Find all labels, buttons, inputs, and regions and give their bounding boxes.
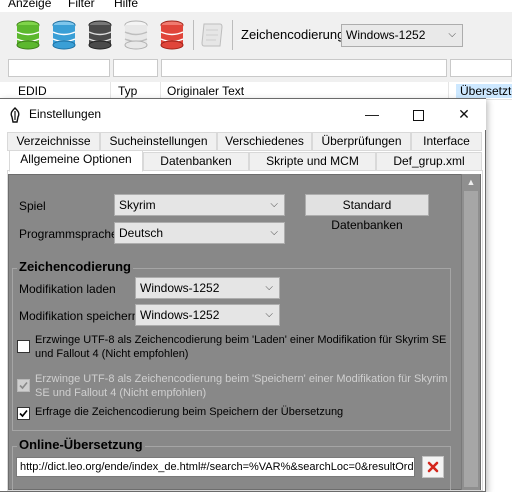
close-icon[interactable]: ✕ (441, 99, 487, 130)
game-value: Skyrim (119, 198, 156, 212)
clear-url-button[interactable] (422, 456, 444, 478)
tab-allgemeine-optionen[interactable]: Allgemeine Optionen (9, 150, 143, 172)
game-label: Spiel (19, 199, 46, 213)
encoding-label: Zeichencodierung (241, 27, 345, 42)
tab-interface[interactable]: Interface (411, 132, 482, 151)
tab-ueberpruefungen[interactable]: Überprüfungen (312, 132, 411, 151)
language-label: Programmsprache (19, 227, 118, 241)
column-edid[interactable]: EDID (18, 84, 47, 98)
database-green-icon[interactable] (16, 20, 40, 50)
minimize-icon[interactable]: — (349, 99, 395, 130)
tab-skripte-und-mcm[interactable]: Skripte und MCM (249, 152, 376, 171)
tab-datenbanken[interactable]: Datenbanken (143, 152, 249, 171)
online-translation-title: Online-Übersetzung (17, 437, 145, 452)
force-utf8-load-text-1: Erzwinge UTF-8 als Zeichencodierung beim… (35, 334, 447, 346)
chevron-down-icon: ⌵ (265, 282, 273, 293)
default-databases-button[interactable]: Standard Datenbanken (305, 194, 429, 232)
chevron-down-icon: ⌵ (270, 227, 278, 238)
delete-icon (427, 461, 439, 473)
general-options-panel: Spiel Skyrim ⌵ Standard Datenbanken Prog… (8, 174, 481, 490)
filter-edid-input[interactable] (8, 59, 110, 77)
database-red-icon[interactable] (160, 20, 184, 50)
save-encoding-select[interactable]: Windows-1252 ⌵ (135, 304, 280, 326)
tab-def-grup[interactable]: Def_grup.xml (376, 152, 482, 171)
filter-translated-input[interactable] (450, 59, 512, 77)
force-utf8-save-checkbox[interactable] (17, 379, 30, 392)
scrollbar-thumb[interactable] (464, 191, 478, 487)
language-value: Deutsch (119, 226, 164, 240)
filter-bar (0, 58, 512, 80)
column-translated[interactable]: Übersetzter (456, 84, 512, 98)
load-encoding-label: Modifikation laden (19, 282, 116, 296)
encoding-group-title: Zeichencodierung (17, 259, 133, 274)
database-blue-icon[interactable] (52, 20, 76, 50)
dialog-titlebar[interactable]: Einstellungen — ✕ (0, 99, 486, 130)
settings-dialog: Einstellungen — ✕ Verzeichnisse Sucheins… (0, 98, 486, 492)
column-type[interactable]: Typ (118, 84, 137, 98)
vertical-scrollbar[interactable]: ▲ (461, 174, 480, 490)
maximize-icon[interactable] (395, 99, 441, 130)
ask-encoding-text: Erfrage die Zeichencodierung beim Speich… (35, 406, 344, 418)
checkmark-icon (19, 381, 28, 390)
load-encoding-select[interactable]: Windows-1252 ⌵ (135, 277, 280, 299)
tab-verschiedenes[interactable]: Verschiedenes (217, 132, 312, 151)
language-select[interactable]: Deutsch ⌵ (114, 222, 285, 244)
toolbar-separator (232, 20, 233, 50)
chevron-down-icon: ⌵ (448, 29, 456, 40)
main-encoding-select[interactable]: Windows-1252 ⌵ (341, 24, 463, 47)
menu-hilfe[interactable]: Hilfe (114, 0, 138, 10)
checkmark-icon (19, 409, 28, 418)
scroll-up-icon[interactable]: ▲ (462, 174, 480, 191)
dialog-title: Einstellungen (29, 107, 102, 121)
toolbar-separator (193, 20, 194, 50)
column-original[interactable]: Originaler Text (167, 84, 244, 98)
main-encoding-value: Windows-1252 (346, 28, 426, 42)
scroll-document-icon[interactable] (200, 20, 224, 50)
app-icon (10, 107, 20, 123)
menu-filter[interactable]: Filter (68, 0, 95, 10)
database-white-icon[interactable] (124, 20, 148, 50)
force-utf8-save-text-1: Erzwinge UTF-8 als Zeichencodierung beim… (35, 373, 448, 385)
load-encoding-value: Windows-1252 (140, 281, 220, 295)
save-encoding-value: Windows-1252 (140, 308, 220, 322)
online-translation-url-input[interactable]: http://dict.leo.org/ende/index_de.html#/… (16, 457, 415, 477)
ask-encoding-checkbox[interactable] (17, 407, 30, 420)
chevron-down-icon: ⌵ (265, 309, 273, 320)
filter-original-input[interactable] (161, 59, 447, 77)
menu-anzeige[interactable]: Anzeige (8, 0, 51, 10)
menu-bar: Anzeige Filter Hilfe (0, 0, 512, 12)
tab-verzeichnisse[interactable]: Verzeichnisse (7, 132, 100, 151)
game-select[interactable]: Skyrim ⌵ (114, 194, 285, 216)
save-encoding-label: Modifikation speichern (19, 309, 139, 323)
force-utf8-load-checkbox[interactable] (17, 340, 30, 353)
force-utf8-load-text-2: und Fallout 4 (Nicht empfohlen) (35, 348, 189, 360)
database-black-icon[interactable] (88, 20, 112, 50)
filter-type-input[interactable] (113, 59, 158, 77)
tab-sucheinstellungen[interactable]: Sucheinstellungen (100, 132, 217, 151)
chevron-down-icon: ⌵ (270, 199, 278, 210)
force-utf8-save-text-2: SE und Fallout 4 (Nicht empfohlen) (35, 387, 207, 399)
